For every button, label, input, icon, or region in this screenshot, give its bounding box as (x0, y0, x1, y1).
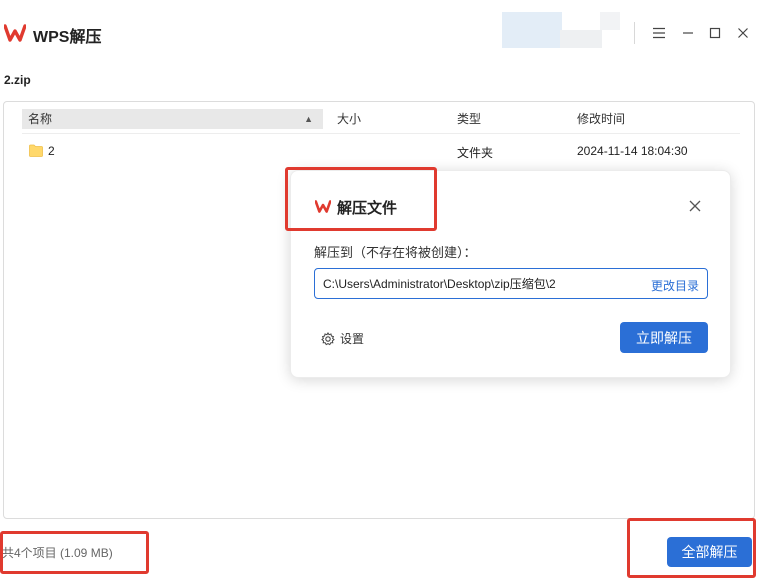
settings-label: 设置 (340, 332, 365, 346)
gear-icon (321, 331, 335, 345)
title-divider (634, 22, 635, 44)
app-title: WPS解压 (33, 29, 102, 46)
maximize-button[interactable] (704, 22, 726, 44)
hamburger-menu-icon (653, 27, 665, 39)
settings-button[interactable]: 设置 (321, 330, 364, 347)
destination-label: 解压到（不存在将被创建）： (314, 245, 477, 260)
column-header-modified[interactable]: 修改时间 (577, 109, 625, 129)
column-header-name-label: 名称 (28, 112, 53, 126)
destination-path-input[interactable] (323, 269, 643, 298)
column-header-name[interactable]: 名称 ▲ (22, 109, 323, 129)
extract-now-button[interactable]: 立即解压 (620, 322, 708, 353)
dialog-close-icon[interactable] (687, 198, 703, 214)
column-header-size[interactable]: 大小 (337, 109, 361, 129)
wps-logo-icon (4, 24, 26, 42)
folder-icon (29, 144, 43, 157)
dialog-title: 解压文件 (337, 200, 398, 217)
row-name: 2 (48, 144, 55, 158)
extract-dialog: 解压文件 解压到（不存在将被创建）： 更改目录 设置 立即解压 (290, 170, 731, 378)
account-avatar[interactable] (502, 12, 620, 48)
menu-button[interactable] (648, 22, 670, 44)
sort-ascending-icon: ▲ (304, 114, 313, 124)
status-summary: 共4个项目 (1.09 MB) (2, 546, 113, 560)
column-header-type[interactable]: 类型 (457, 109, 481, 129)
header-divider (22, 133, 740, 134)
wps-logo-icon (315, 200, 331, 213)
archive-name: 2.zip (4, 73, 31, 87)
destination-path-field[interactable]: 更改目录 (314, 268, 708, 299)
row-modified: 2024-11-14 18:04:30 (577, 144, 688, 158)
table-row[interactable]: 2 文件夹 2024-11-14 18:04:30 (22, 138, 740, 164)
extract-all-button[interactable]: 全部解压 (667, 537, 752, 567)
close-icon (738, 28, 748, 38)
row-type: 文件夹 (457, 146, 494, 160)
minimize-icon (683, 32, 693, 34)
title-bar: WPS解压 (0, 0, 766, 66)
close-button[interactable] (732, 22, 754, 44)
minimize-button[interactable] (677, 22, 699, 44)
maximize-icon (709, 27, 721, 39)
change-directory-link[interactable]: 更改目录 (651, 277, 699, 294)
